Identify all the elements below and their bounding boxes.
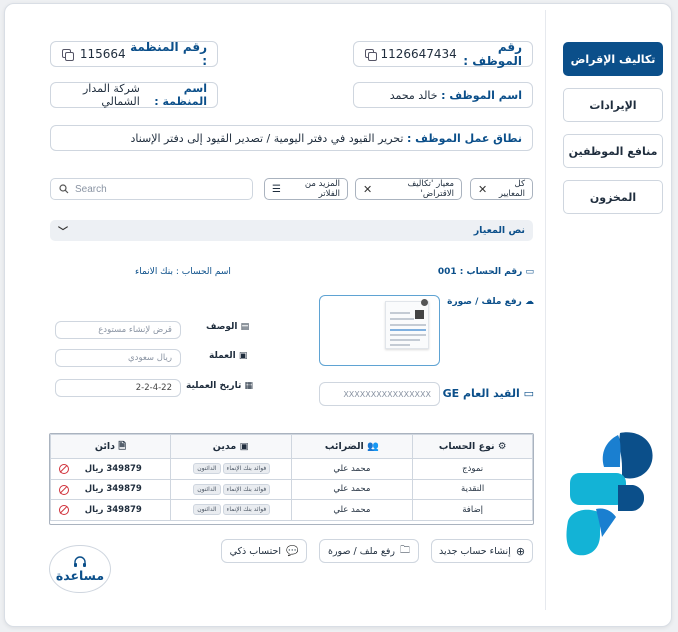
new-account-button[interactable]: ⊕ إنشاء حساب جديد (431, 539, 533, 563)
cell-credit: 349879 ريال (50, 478, 171, 500)
entries-table: ⚙ نوع الحساب 👥 الضرائب ▣ مدين 🗎 دائن نمو… (50, 434, 533, 521)
cell-debit: فوائد بنك الإنماءالدائنون (169, 458, 292, 480)
delete-row-icon[interactable] (59, 505, 69, 515)
column-header-account-type: ⚙ نوع الحساب (412, 434, 533, 459)
search-icon (59, 184, 69, 194)
work-scope-value: تحرير القيود في دفتر اليومية / تصدير الق… (130, 131, 404, 145)
work-scope-field: نطاق عمل الموظف : تحرير القيود في دفتر ا… (50, 125, 533, 151)
users-icon: 👥 (367, 441, 379, 452)
org-name-value: شركة المدار الشمالي (82, 82, 140, 108)
employee-number-field: رقم الموظف : 1126647434 (353, 40, 533, 68)
upload-file-label[interactable]: ☁ رفع ملف / صورة (447, 297, 534, 307)
cell-debit: فوائد بنك الإنماءالدائنون (169, 478, 292, 500)
table-row: نموذج محمد علي فوائد بنك الإنماءالدائنون… (50, 458, 533, 480)
close-icon[interactable]: ✕ (478, 183, 487, 196)
org-name-label: اسم المنظمة : (154, 82, 207, 108)
work-scope-label: نطاق عمل الموظف : (406, 131, 522, 145)
sidebar-item-borrowing-costs[interactable]: تكاليف الإقراض (563, 42, 663, 76)
search-input[interactable]: Search (50, 178, 253, 200)
tag-chip: فوائد بنك الإنماء (222, 504, 271, 516)
cell-debit: فوائد بنك الإنماءالدائنون (169, 499, 292, 521)
close-icon[interactable]: ✕ (363, 183, 372, 196)
more-filters-button[interactable]: المزيد من الفلاتر ☰ (264, 178, 348, 200)
money-icon: ▣ (238, 351, 248, 361)
folder-upload-icon: 🗀 (400, 544, 411, 556)
general-entry-label: ▭ القيد العام GE (442, 387, 534, 400)
cell-account-type: إضافة (412, 499, 533, 521)
cell-account-type: النقدية (412, 478, 533, 500)
delete-row-icon[interactable] (59, 464, 69, 474)
plus-circle-icon: ⊕ (515, 544, 526, 558)
cash-icon: ▣ (239, 441, 249, 452)
card-icon: ▭ (523, 387, 534, 400)
headset-icon (74, 555, 86, 567)
employee-name-label: اسم الموظف : (441, 88, 522, 102)
copy-icon[interactable] (364, 48, 378, 61)
invoice-thumbnail (385, 301, 429, 349)
receipt-icon: 🗎 (118, 440, 127, 452)
cell-taxes: محمد علي (290, 458, 414, 480)
brand-logo (566, 432, 653, 556)
cell-taxes: محمد علي (290, 499, 414, 521)
employee-name-field: اسم الموظف : خالد محمد (353, 82, 533, 108)
filter-chip-label: كل المعايير (498, 179, 525, 199)
card-icon: ▭ (525, 267, 534, 277)
help-button[interactable]: مساعدة (49, 545, 111, 593)
cell-taxes: محمد علي (290, 478, 414, 500)
org-number-value: 115664 (79, 47, 126, 61)
cell-credit: 349879 ريال (50, 458, 171, 480)
currency-label: ▣ العملة (209, 351, 248, 361)
transaction-date-input[interactable]: 2-2-4-22 (55, 379, 181, 397)
tag-chip: الدائنون (193, 483, 221, 495)
chevron-down-icon: ﹀ (58, 227, 68, 238)
document-icon: ▤ (240, 322, 250, 332)
sidebar-divider (545, 10, 546, 610)
general-entry-input[interactable]: XXXXXXXXXXXXXXXX (319, 382, 440, 406)
tag-chip: فوائد بنك الإنماء (222, 463, 271, 475)
description-input[interactable]: قرض لإنشاء مستودع (55, 321, 181, 339)
sidebar-item-employee-benefits[interactable]: منافع الموظفين (563, 134, 663, 168)
table-row: النقدية محمد علي فوائد بنك الإنماءالدائن… (50, 478, 533, 500)
delete-row-icon[interactable] (59, 484, 69, 495)
tag-chip: الدائنون (193, 463, 221, 475)
calendar-icon: ▦ (244, 381, 253, 391)
column-header-debit: ▣ مدين (169, 434, 292, 459)
upload-file-button[interactable]: 🗀 رفع ملف / صورة (319, 539, 419, 563)
tag-chip: فوائد بنك الإنماء (222, 483, 271, 495)
column-header-credit: 🗎 دائن (50, 434, 171, 459)
account-name: اسم الحساب : بنك الانماء (135, 267, 231, 277)
remove-file-icon[interactable] (421, 299, 428, 306)
criteria-text-accordion[interactable]: نص المعيار ﹀ (50, 220, 533, 241)
currency-input[interactable]: ريال سعودي (55, 349, 181, 367)
description-label: ▤ الوصف (206, 322, 250, 332)
employee-name-value: خالد محمد (389, 88, 438, 102)
table-row: إضافة محمد علي فوائد بنك الإنماءالدائنون… (50, 499, 533, 521)
chat-bubble-icon: 💬 (285, 545, 299, 557)
org-number-field: رقم المنظمة : 115664 (50, 40, 218, 68)
copy-icon[interactable] (61, 48, 74, 61)
sidebar-item-inventory[interactable]: المخزون (563, 180, 663, 214)
filter-chip-borrowing-standard[interactable]: معيار 'تكاليف الاقتراض' ✕ (355, 178, 462, 200)
employee-number-value: 1126647434 (380, 47, 457, 61)
employee-number-label: رقم الموظف : (463, 40, 522, 68)
smart-calc-button[interactable]: 💬 احتساب ذكي (221, 539, 307, 563)
filter-icon: ☰ (272, 183, 281, 195)
search-placeholder: Search (75, 183, 107, 195)
criteria-text-label: نص المعيار (473, 225, 525, 236)
org-number-label: رقم المنظمة : (130, 40, 207, 68)
filter-chip-all-criteria[interactable]: كل المعايير ✕ (470, 178, 533, 200)
filter-chip-label: معيار 'تكاليف الاقتراض' (407, 179, 454, 199)
help-label: مساعدة (55, 567, 105, 583)
org-name-field: اسم المنظمة : شركة المدار الشمالي (50, 82, 218, 108)
cloud-upload-icon: ☁ (525, 297, 534, 307)
account-number: ▭ رقم الحساب : 001 (437, 267, 534, 277)
more-filters-label: المزيد من الفلاتر (304, 179, 340, 199)
settings-icon: ⚙ (497, 441, 507, 452)
cell-credit: 349879 ريال (50, 499, 171, 521)
column-header-taxes: 👥 الضرائب (290, 434, 414, 459)
cell-account-type: نموذج (412, 458, 533, 480)
tag-chip: الدائنون (193, 504, 221, 516)
sidebar-item-revenues[interactable]: الإيرادات (563, 88, 663, 122)
transaction-date-label: ▦ تاريخ العملية (186, 381, 253, 391)
